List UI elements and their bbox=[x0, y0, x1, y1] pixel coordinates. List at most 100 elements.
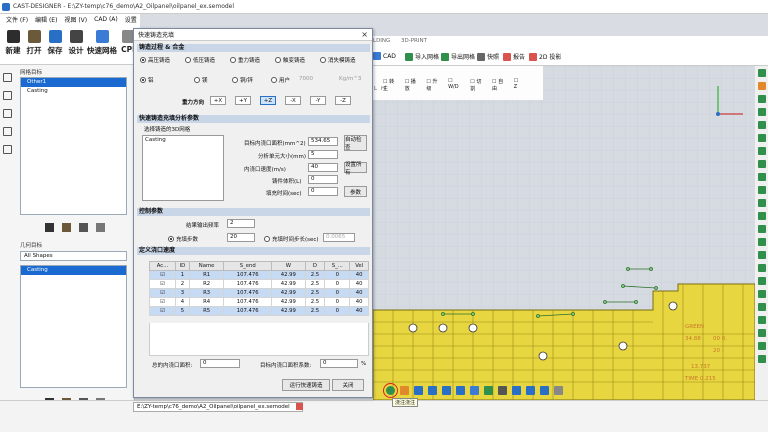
tab-3d-print[interactable]: 3D-PRINT bbox=[401, 38, 427, 44]
design-button[interactable]: 设计 bbox=[66, 30, 86, 64]
tool-icon[interactable] bbox=[757, 108, 766, 116]
text-icon[interactable] bbox=[400, 385, 409, 395]
layers-icon[interactable] bbox=[3, 145, 12, 154]
tool-icon[interactable] bbox=[757, 264, 766, 272]
column-header[interactable]: Ac... bbox=[149, 261, 176, 271]
gate-speed-input[interactable]: 40 bbox=[308, 163, 338, 172]
column-header[interactable]: W bbox=[271, 261, 306, 271]
menu-file[interactable]: 文件 (F) bbox=[6, 15, 28, 24]
list-item[interactable]: Casting bbox=[21, 87, 126, 96]
active-checkbox[interactable]: ☑ bbox=[149, 279, 176, 289]
radio-lost-foam[interactable] bbox=[320, 57, 326, 63]
auto-check-button[interactable]: 自动检查 bbox=[344, 135, 367, 151]
tool-icon[interactable] bbox=[470, 385, 479, 395]
gate-area-input[interactable]: 534.65 bbox=[308, 137, 338, 146]
geometry-list[interactable]: Casting bbox=[20, 265, 127, 388]
dir-minus-y-button[interactable]: -Y bbox=[310, 96, 326, 105]
mesh-target-list[interactable]: Other1 Casting bbox=[20, 77, 127, 215]
output-frequency-input[interactable]: 2 bbox=[227, 219, 255, 228]
table-icon[interactable] bbox=[3, 127, 12, 136]
cell-size-input[interactable]: 5 bbox=[308, 150, 338, 159]
quick-fill-icon[interactable] bbox=[383, 382, 398, 398]
area-factor-input[interactable]: 0 bbox=[320, 359, 358, 368]
radio-aluminum[interactable] bbox=[140, 77, 146, 83]
radio-hpdc[interactable] bbox=[140, 57, 146, 63]
params-button[interactable]: 参数 bbox=[344, 186, 367, 197]
tool-icon[interactable] bbox=[757, 238, 766, 246]
save-icon[interactable] bbox=[512, 385, 521, 395]
casting-mesh-list[interactable]: Casting bbox=[142, 135, 224, 201]
view-option[interactable]: ☐ W/D bbox=[448, 78, 464, 96]
quick-mesh-button[interactable]: 快速网格 bbox=[87, 30, 117, 64]
menu-cad[interactable]: CAD (A) bbox=[94, 16, 118, 23]
view-option[interactable]: ☐ Z bbox=[514, 78, 523, 96]
radio-time-step[interactable] bbox=[264, 236, 270, 242]
tool-icon[interactable] bbox=[442, 385, 451, 395]
tool-icon[interactable] bbox=[757, 186, 766, 194]
edit-icon[interactable] bbox=[45, 223, 54, 232]
list-item[interactable]: Other1 bbox=[21, 78, 126, 87]
column-header[interactable]: ID bbox=[174, 261, 190, 271]
dir-plus-z-button[interactable]: +Z bbox=[260, 96, 276, 105]
view-option[interactable]: ☐ 升级 bbox=[426, 78, 442, 96]
close-icon[interactable]: × bbox=[361, 30, 368, 39]
3d-viewport[interactable]: L H GREEN 34.88 00 0. 20 : 13.737 TIME 0… bbox=[372, 66, 756, 401]
dir-plus-x-button[interactable]: +X bbox=[210, 96, 226, 105]
menu-edit[interactable]: 编辑 (E) bbox=[35, 15, 57, 24]
scissors-icon[interactable] bbox=[498, 385, 507, 395]
cad-button[interactable]: CAD bbox=[373, 52, 396, 60]
tool-icon[interactable] bbox=[414, 385, 423, 395]
document-tab[interactable]: E:\ZY-temp\c76_demo\A2_Oilpanel\oilpanel… bbox=[133, 402, 303, 412]
import-mesh-button[interactable]: 导入网格 bbox=[405, 52, 439, 61]
run-quick-fill-button[interactable]: 运行快速铸造 bbox=[282, 379, 330, 391]
active-checkbox[interactable]: ☑ bbox=[149, 288, 176, 298]
menu-settings[interactable]: 设置 bbox=[125, 15, 137, 24]
column-header[interactable]: Name bbox=[188, 261, 225, 271]
tool-icon[interactable] bbox=[484, 385, 493, 395]
total-area-input[interactable]: 0 bbox=[200, 359, 240, 368]
time-step-input[interactable]: 0.0065 bbox=[323, 233, 355, 242]
table-row[interactable]: ☑ 5 R5 107.476 42.99 2.5 0 40 bbox=[149, 306, 369, 316]
table-row[interactable]: ☑ 4 R4 107.476 42.99 2.5 0 40 bbox=[149, 297, 369, 307]
tool-icon[interactable] bbox=[757, 225, 766, 233]
node-icon[interactable] bbox=[3, 91, 12, 100]
tool-icon[interactable] bbox=[757, 212, 766, 220]
delete-icon[interactable] bbox=[96, 223, 105, 232]
tool-icon[interactable] bbox=[757, 342, 766, 350]
tool-icon[interactable] bbox=[757, 199, 766, 207]
tool-icon[interactable] bbox=[757, 134, 766, 142]
checkbox-icon[interactable] bbox=[526, 385, 535, 395]
table-row[interactable]: ☑ 3 R3 107.476 42.99 2.5 0 40 bbox=[149, 288, 369, 298]
fill-time-input[interactable]: 0 bbox=[308, 187, 338, 196]
column-header[interactable]: S_... bbox=[324, 261, 351, 271]
view-option[interactable]: ☐ 播放 bbox=[405, 78, 421, 96]
radio-lpdc[interactable] bbox=[185, 57, 191, 63]
radio-user[interactable] bbox=[271, 77, 277, 83]
radio-magnesium[interactable] bbox=[194, 77, 200, 83]
menu-view[interactable]: 视图 (V) bbox=[64, 15, 87, 24]
tool-icon[interactable] bbox=[456, 385, 465, 395]
radio-gravity[interactable] bbox=[230, 57, 236, 63]
tool-icon[interactable] bbox=[757, 82, 766, 90]
grid-icon[interactable] bbox=[3, 109, 12, 118]
fill-steps-input[interactable]: 20 bbox=[227, 233, 255, 242]
radio-fill-steps[interactable] bbox=[168, 236, 174, 242]
table-row[interactable]: ☑ 1 R1 107.476 42.99 2.5 0 40 bbox=[149, 270, 369, 280]
volume-input[interactable]: 0 bbox=[308, 175, 338, 184]
set-all-button[interactable]: 设置所有 bbox=[344, 162, 367, 176]
tool-icon[interactable] bbox=[757, 303, 766, 311]
list-item[interactable]: Casting bbox=[145, 137, 166, 143]
radio-copper-zinc[interactable] bbox=[232, 77, 238, 83]
tool-icon[interactable] bbox=[757, 160, 766, 168]
table-row[interactable]: ☑ 2 R2 107.476 42.99 2.5 0 40 bbox=[149, 279, 369, 289]
column-header[interactable]: D bbox=[304, 261, 326, 271]
tab-molding[interactable]: LDING bbox=[373, 38, 390, 44]
close-button[interactable]: 关闭 bbox=[332, 379, 364, 391]
tool-icon[interactable] bbox=[757, 173, 766, 181]
close-tab-icon[interactable] bbox=[296, 403, 303, 410]
report-button[interactable]: 报告 bbox=[503, 52, 525, 61]
tool-icon[interactable] bbox=[757, 290, 766, 298]
active-checkbox[interactable]: ☑ bbox=[149, 306, 176, 316]
node-add-icon[interactable] bbox=[79, 223, 88, 232]
new-button[interactable]: 新建 bbox=[3, 30, 23, 64]
